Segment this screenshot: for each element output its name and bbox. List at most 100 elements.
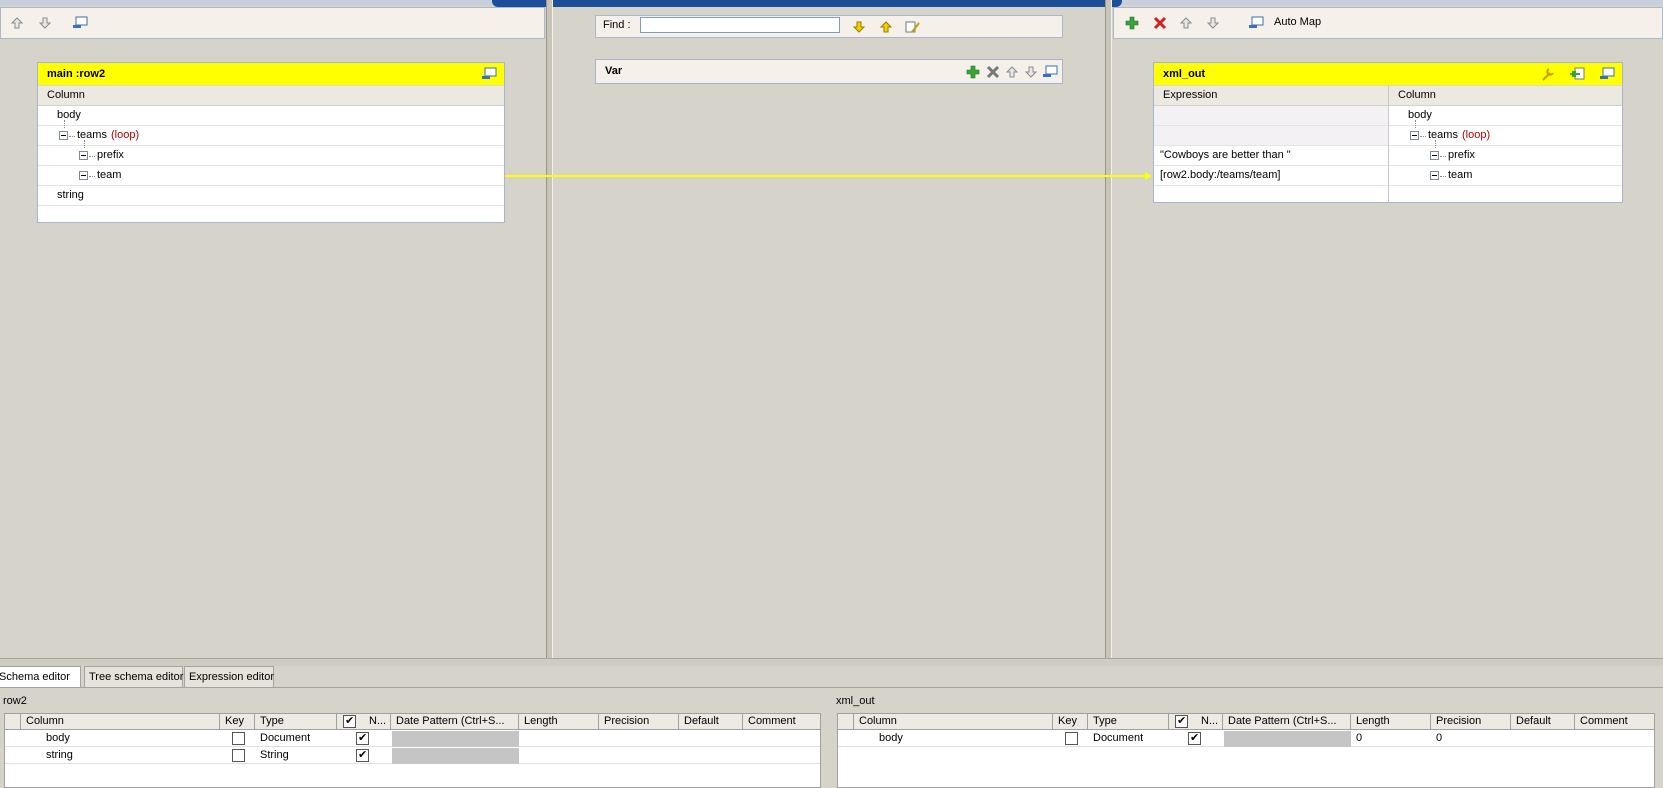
add-child-icon[interactable] — [1569, 67, 1585, 84]
tree-row-string[interactable]: string — [38, 186, 504, 206]
col-header-date-pattern[interactable]: Date Pattern (Ctrl+S... — [1223, 714, 1351, 729]
minimize-icon[interactable] — [1042, 65, 1058, 82]
col-header-key[interactable]: Key — [1053, 714, 1088, 729]
tab-tree-schema-editor[interactable]: Tree schema editor — [84, 666, 183, 687]
schema-cell-type[interactable]: Document — [255, 731, 310, 747]
date-pattern-cell — [392, 731, 519, 747]
col-header-select — [5, 714, 21, 729]
col-header-type[interactable]: Type — [255, 714, 337, 729]
expression-cell[interactable] — [1154, 126, 1388, 146]
remove-icon[interactable] — [1151, 14, 1169, 32]
right-splitter[interactable] — [1105, 0, 1112, 658]
auto-map-button[interactable]: Auto Map — [1274, 16, 1321, 28]
schema-cell-column[interactable]: body — [874, 731, 903, 747]
tree-label: prefix — [1448, 149, 1475, 161]
key-checkbox[interactable] — [1065, 732, 1078, 745]
schema-cell-column[interactable]: string — [41, 748, 73, 764]
move-down-icon[interactable] — [1024, 65, 1038, 82]
nullable-all-checkbox[interactable] — [343, 714, 356, 728]
tree-row-body[interactable]: body — [1389, 106, 1622, 126]
key-checkbox[interactable] — [232, 749, 245, 762]
tree-row-teams[interactable]: teams (loop) — [38, 120, 504, 146]
tab-expression-editor[interactable]: Expression editor — [184, 666, 274, 687]
minimize-icon[interactable] — [481, 67, 497, 84]
minimize-icon[interactable] — [1247, 14, 1265, 32]
col-header-length[interactable]: Length — [1351, 714, 1431, 729]
col-header-column[interactable]: Column — [21, 714, 220, 729]
add-icon[interactable] — [1123, 14, 1141, 32]
tree-connector — [89, 176, 95, 177]
col-header-key[interactable]: Key — [220, 714, 255, 729]
move-up-icon[interactable] — [1005, 65, 1019, 82]
remove-icon[interactable] — [986, 65, 1000, 82]
tab-schema-editor[interactable]: Schema editor — [0, 666, 81, 687]
tree-row-prefix[interactable]: prefix — [1389, 140, 1622, 166]
minimize-icon[interactable] — [71, 14, 89, 32]
tree-connector — [1440, 176, 1446, 177]
move-up-icon[interactable] — [1177, 14, 1195, 32]
col-header-nullable[interactable]: N... — [1169, 714, 1223, 729]
tree-row-prefix[interactable]: prefix — [38, 140, 504, 166]
move-down-icon[interactable] — [1204, 14, 1222, 32]
schema-row[interactable]: body Document — [5, 731, 820, 747]
schema-cell-precision[interactable] — [599, 748, 604, 764]
find-next-icon[interactable] — [850, 18, 868, 36]
col-header-nullable[interactable]: N... — [337, 714, 391, 729]
move-up-icon[interactable] — [8, 14, 26, 32]
col-header-default[interactable]: Default — [679, 714, 743, 729]
add-icon[interactable] — [966, 65, 980, 82]
nullable-all-checkbox[interactable] — [1175, 714, 1188, 728]
col-header-comment[interactable]: Comment — [743, 714, 820, 729]
bottom-divider — [0, 658, 1663, 666]
schema-cell-precision[interactable] — [599, 731, 604, 747]
col-header-nullable-label: N... — [1201, 715, 1219, 727]
output-expression-column: Expression "Cowboys are better than " [r… — [1154, 86, 1389, 203]
find-previous-icon[interactable] — [877, 18, 895, 36]
expression-header: Expression — [1154, 86, 1388, 106]
schema-row[interactable]: body Document 0 0 — [838, 731, 1654, 747]
tree-label: team — [97, 169, 122, 181]
tree-row-teams[interactable]: teams (loop) — [1389, 120, 1622, 146]
highlight-icon[interactable] — [904, 18, 922, 36]
schema-cell-length[interactable] — [519, 748, 524, 764]
expression-cell[interactable]: [row2.body:/teams/team] — [1154, 166, 1388, 186]
col-header-date-pattern[interactable]: Date Pattern (Ctrl+S... — [391, 714, 519, 729]
collapse-icon[interactable] — [59, 131, 68, 140]
col-header-comment[interactable]: Comment — [1575, 714, 1654, 729]
schema-left-name: row2 — [3, 695, 27, 707]
col-header-length[interactable]: Length — [519, 714, 599, 729]
collapse-icon[interactable] — [79, 171, 88, 180]
schema-cell-length[interactable]: 0 — [1351, 731, 1362, 747]
minimize-icon[interactable] — [1599, 67, 1615, 84]
schema-cell-type[interactable]: Document — [1088, 731, 1143, 747]
schema-cell-precision[interactable]: 0 — [1431, 731, 1442, 747]
move-down-icon[interactable] — [36, 14, 54, 32]
collapse-icon[interactable] — [79, 151, 88, 160]
tree-connector — [1415, 120, 1416, 128]
collapse-icon[interactable] — [1410, 131, 1419, 140]
col-header-precision[interactable]: Precision — [599, 714, 679, 729]
col-header-column[interactable]: Column — [854, 714, 1053, 729]
expression-cell[interactable] — [1154, 106, 1388, 126]
tree-row-body[interactable]: body — [38, 106, 504, 126]
left-splitter[interactable] — [546, 0, 553, 658]
expression-cell[interactable]: "Cowboys are better than " — [1154, 146, 1388, 166]
nullable-checkbox[interactable] — [1188, 731, 1201, 745]
schema-cell-length[interactable] — [519, 731, 524, 747]
collapse-icon[interactable] — [1430, 171, 1439, 180]
tree-row-team[interactable]: team — [1389, 166, 1622, 186]
schema-cell-column[interactable]: body — [41, 731, 70, 747]
key-checkbox[interactable] — [232, 732, 245, 745]
col-header-precision[interactable]: Precision — [1431, 714, 1511, 729]
col-header-default[interactable]: Default — [1511, 714, 1575, 729]
find-input[interactable] — [640, 17, 840, 33]
wrench-icon[interactable] — [1540, 67, 1556, 84]
nullable-checkbox[interactable] — [356, 731, 369, 745]
schema-row[interactable]: string String — [5, 748, 820, 764]
col-header-type[interactable]: Type — [1088, 714, 1169, 729]
find-label: Find : — [603, 19, 631, 31]
tree-row-team[interactable]: team — [38, 166, 504, 186]
nullable-checkbox[interactable] — [356, 748, 369, 762]
collapse-icon[interactable] — [1430, 151, 1439, 160]
schema-cell-type[interactable]: String — [255, 748, 289, 764]
